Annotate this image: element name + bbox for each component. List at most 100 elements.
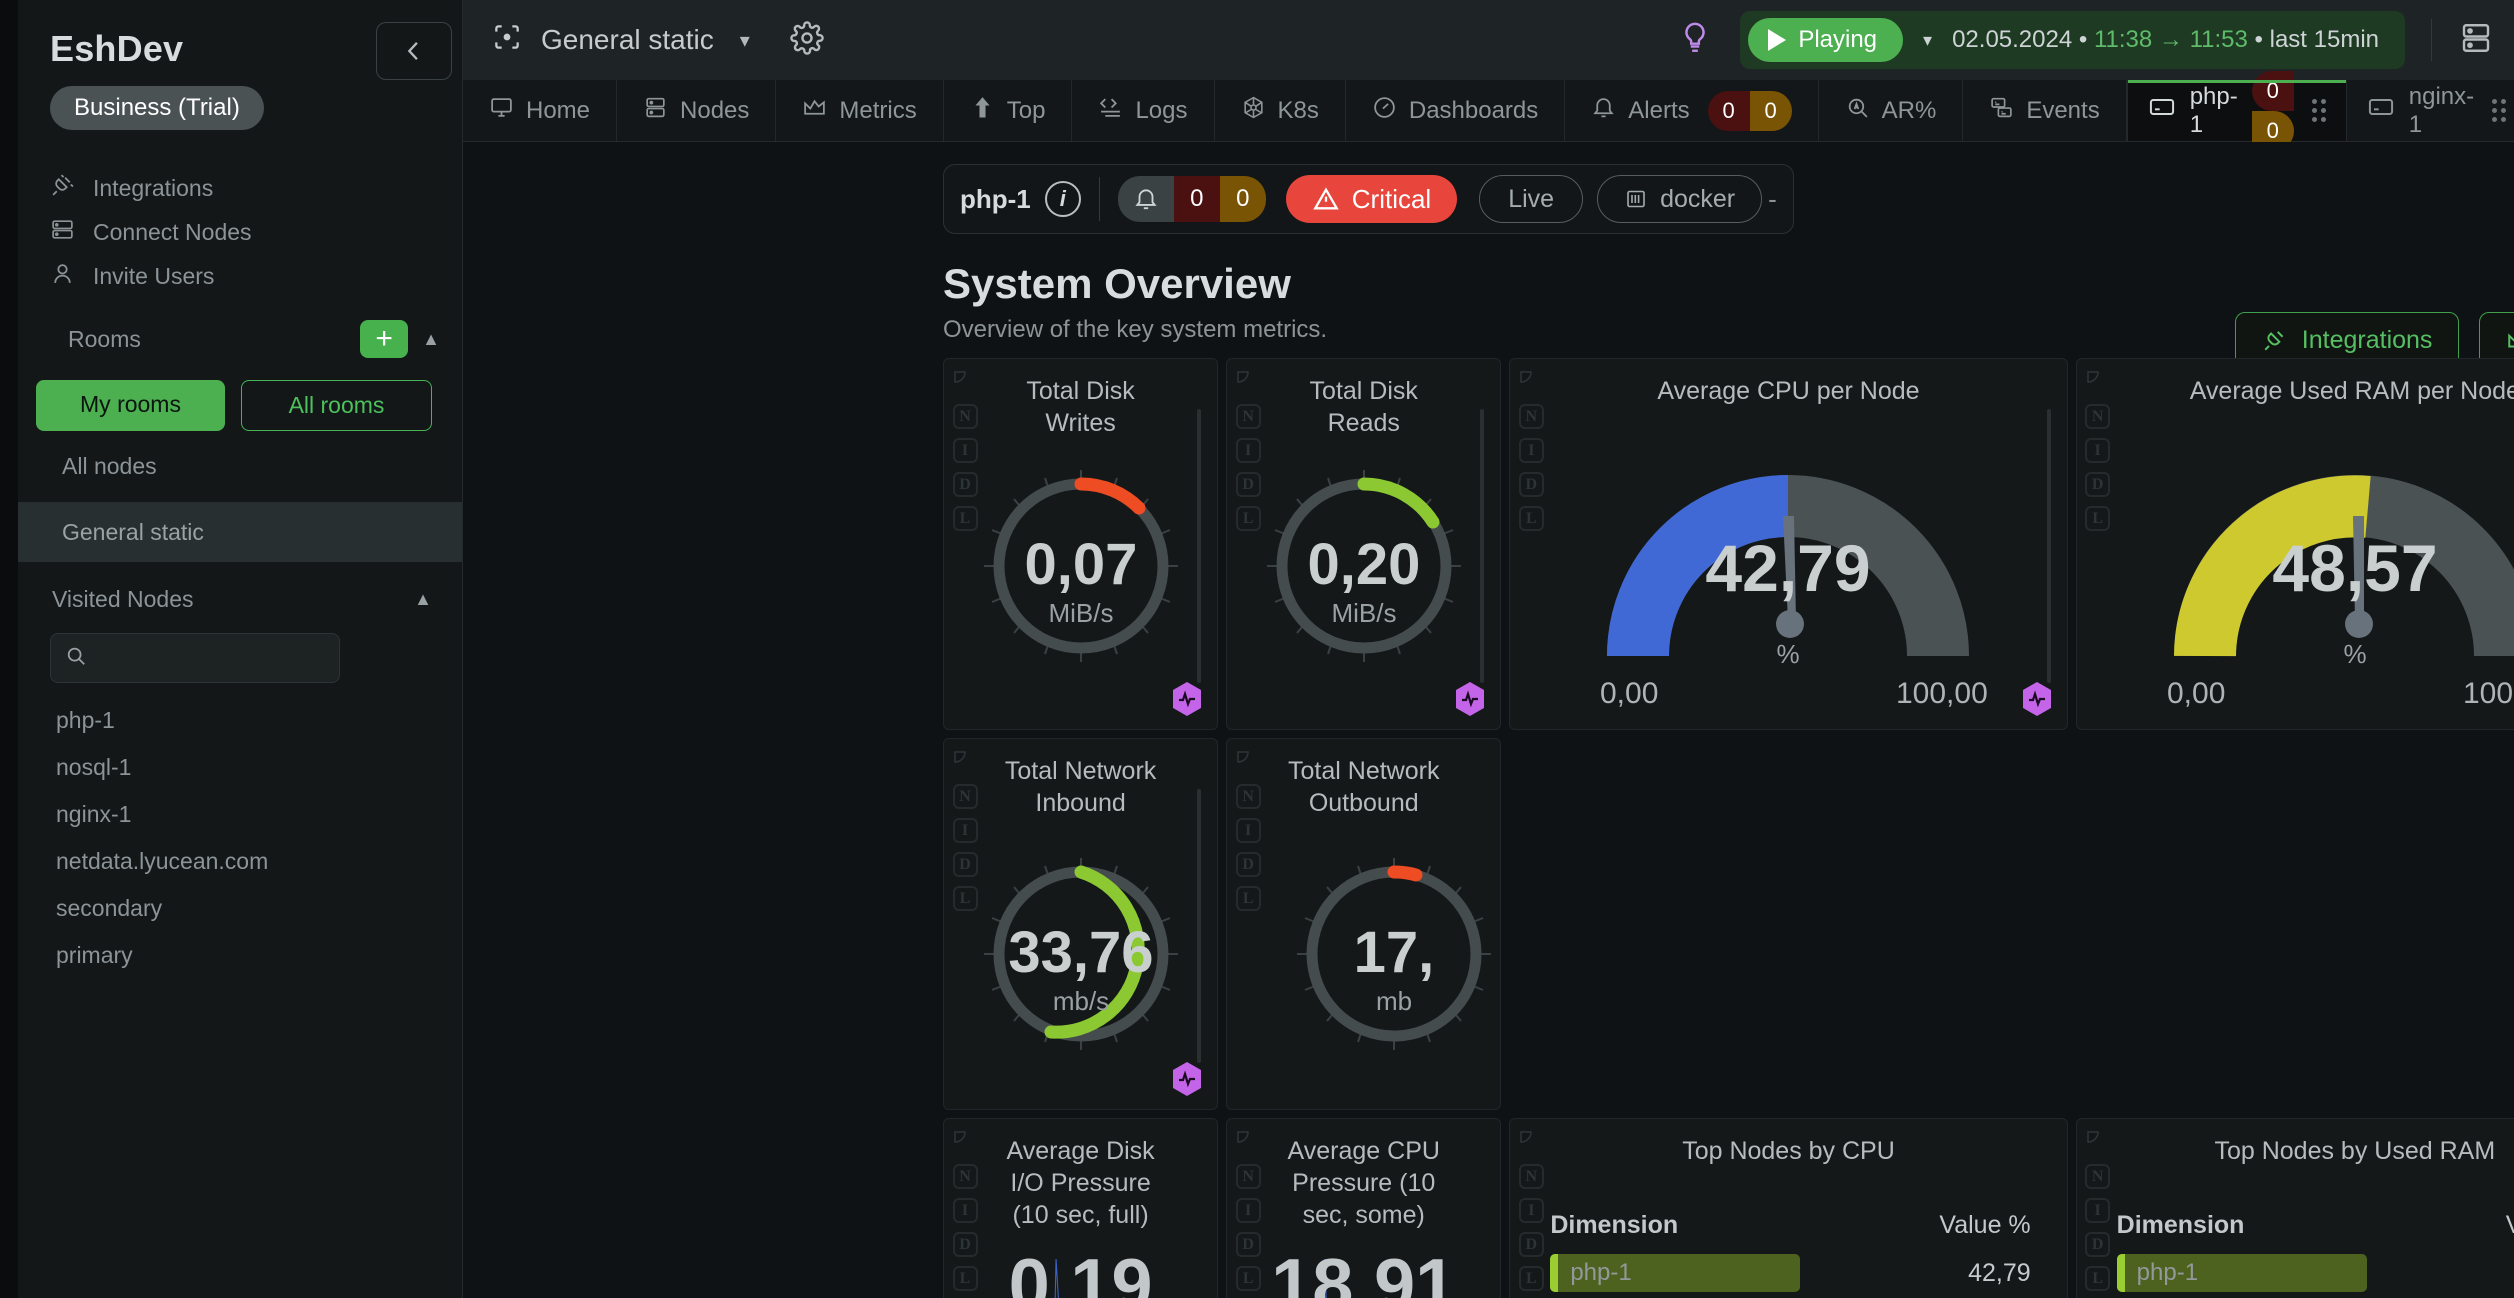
time-range-picker[interactable]: Playing ▾ 02.05.2024 • 11:38 → 11:53 • l… <box>1740 11 2405 69</box>
node-item-secondary[interactable]: secondary <box>0 885 462 932</box>
tab-my-rooms[interactable]: My rooms <box>36 380 225 431</box>
nidl-n[interactable]: N <box>1235 784 1261 809</box>
nidl-n[interactable]: N <box>952 784 978 809</box>
tab-logs[interactable]: Logs <box>1072 80 1215 141</box>
info-icon[interactable]: i <box>1044 181 1081 217</box>
chart-title: Average Used RAM per Node <box>2189 377 2514 405</box>
sidebar: EshDev Business (Trial) Integrations Con… <box>0 0 463 1298</box>
time-range-label: last 15min <box>2269 26 2379 53</box>
anomaly-badge-icon[interactable] <box>1171 1061 1203 1097</box>
tab-home[interactable]: Home <box>463 80 618 141</box>
tab-ar-percent[interactable]: AR% <box>1819 80 1964 141</box>
anomaly-badge-icon[interactable] <box>1454 681 1486 717</box>
search-input[interactable] <box>97 646 325 670</box>
tab-all-rooms[interactable]: All rooms <box>241 380 432 431</box>
visited-nodes-label-group[interactable]: Visited Nodes <box>36 586 194 626</box>
tab-label: Alerts <box>1628 96 1690 124</box>
tab-label: Home <box>526 96 591 124</box>
tab-k8s[interactable]: K8s <box>1215 80 1346 141</box>
nidl-n[interactable]: N <box>952 404 978 429</box>
table-row[interactable]: php-1 48,57 <box>2116 1254 2514 1292</box>
room-filter-tabs: My rooms All rooms <box>0 380 462 431</box>
column-header-value: Value % <box>2506 1211 2514 1240</box>
status-badge-critical[interactable]: Critical <box>1285 175 1458 223</box>
node-search[interactable] <box>50 633 340 683</box>
drag-handle-icon[interactable] <box>2311 99 2326 122</box>
anomaly-badge-icon[interactable] <box>2021 681 2053 717</box>
nidl-n[interactable]: N <box>1235 1164 1261 1189</box>
table-header-row: Dimension Value % <box>1550 1211 2030 1240</box>
chart-card-total-disk-writes[interactable]: NIDL Total Disk Writes 0,07 MiB/s <box>943 358 1219 730</box>
sidebar-item-general-static[interactable]: General static <box>0 503 462 562</box>
nidl-i[interactable]: I <box>2085 1198 2111 1223</box>
nidl-n[interactable]: N <box>1518 1164 1544 1189</box>
chart-card-top-nodes-by-used-ram[interactable]: NIDL Top Nodes by Used RAM Dimension Val… <box>2075 1118 2514 1298</box>
chevron-up-icon[interactable]: ▲ <box>422 329 440 350</box>
nidl-d[interactable]: D <box>1518 1232 1544 1257</box>
node-item-nginx-1[interactable]: nginx-1 <box>0 791 462 838</box>
drop-icon <box>1518 369 1544 395</box>
context-alerts[interactable]: 0 0 <box>1117 176 1266 222</box>
chart-card-top-nodes-by-cpu[interactable]: NIDL Top Nodes by CPU Dimension Value % … <box>1509 1118 2068 1298</box>
chevron-down-icon-time[interactable]: ▾ <box>1923 30 1932 51</box>
nidl-n[interactable]: N <box>1235 404 1261 429</box>
node-tab-nginx-1[interactable]: nginx-1 <box>2347 80 2514 141</box>
nidl-i[interactable]: I <box>1518 1198 1544 1223</box>
page-title: System Overview <box>943 260 1291 307</box>
node-tab-label: nginx-1 <box>2408 82 2475 138</box>
gauge-max-label: 100,00 <box>1896 677 1988 710</box>
bulb-icon[interactable] <box>1678 21 1712 60</box>
chart-card-total-network-inbound[interactable]: NIDL Total Network Inbound 33,76 mb/s <box>943 738 1219 1110</box>
anomaly-badge-icon[interactable] <box>1171 681 1203 717</box>
tab-metrics[interactable]: Metrics <box>776 80 944 141</box>
docker-button[interactable]: docker <box>1597 175 1763 223</box>
rooms-label: Rooms <box>68 325 141 352</box>
chart-card-average-cpu-pressure[interactable]: NIDL Average CPU Pressure (10 sec, some)… <box>1226 1118 1502 1298</box>
tab-dashboards[interactable]: Dashboards <box>1346 80 1566 141</box>
node-item-netdata-lyucean-com[interactable]: netdata.lyucean.com <box>0 838 462 885</box>
tab-alerts[interactable]: Alerts 0 0 <box>1565 80 1819 141</box>
nidl-i[interactable]: I <box>1235 1198 1261 1223</box>
node-item-primary[interactable]: primary <box>0 932 462 979</box>
nidl-i[interactable]: I <box>1235 818 1261 843</box>
gauge-semicircle: 42,79 % 0,00 100,00 <box>1510 423 2066 729</box>
alerts-critical-count: 0 <box>1707 90 1750 131</box>
sidebar-item-integrations[interactable]: Integrations <box>50 166 462 210</box>
collapse-sidebar-button[interactable] <box>376 22 452 80</box>
chart-card-average-used-ram-per-node[interactable]: NIDL Average Used RAM per Node 48,57 % 0… <box>2075 358 2514 730</box>
chevron-up-icon-visited[interactable]: ▲ <box>414 589 432 610</box>
room-name: General static <box>541 24 714 55</box>
table-row[interactable]: php-1 42,79 <box>1550 1254 2031 1292</box>
playing-button[interactable]: Playing <box>1748 18 1904 62</box>
drag-handle-icon[interactable] <box>2492 99 2507 122</box>
node-item-nosql-1[interactable]: nosql-1 <box>0 744 462 791</box>
room-selector[interactable]: General static <box>491 21 714 60</box>
chart-card-total-network-outbound[interactable]: NIDL Total Network Outbound 17, mb <box>1226 738 1502 1110</box>
add-room-button[interactable]: + <box>360 320 409 358</box>
nidl-n[interactable]: N <box>2085 1164 2111 1189</box>
sidebar-item-all-nodes[interactable]: All nodes <box>0 431 462 502</box>
sidebar-item-invite-users[interactable]: Invite Users <box>50 254 462 298</box>
logs-icon <box>1098 95 1123 127</box>
gear-icon[interactable] <box>790 20 824 60</box>
sidebar-item-connect-nodes[interactable]: Connect Nodes <box>50 210 462 254</box>
time-range-text: 02.05.2024 • 11:38 → 11:53 • last 15min <box>1952 26 2379 54</box>
chart-card-average-disk-io-pressure[interactable]: NIDL Average Disk I/O Pressure (10 sec, … <box>943 1118 1219 1298</box>
integrations-label: Integrations <box>2301 325 2433 354</box>
nidl-n[interactable]: N <box>952 1164 978 1189</box>
nidl-l[interactable]: L <box>1518 1266 1544 1291</box>
tab-events[interactable]: Events <box>1963 80 2127 141</box>
node-tab-php-1[interactable]: php-1 0 0 <box>2127 70 2347 151</box>
chart-card-total-disk-reads[interactable]: NIDL Total Disk Reads 0,20 MiB/s <box>1226 358 1502 730</box>
tab-nodes[interactable]: Nodes <box>617 80 777 141</box>
rooms-label-group[interactable]: Rooms <box>50 325 141 368</box>
chevron-down-icon[interactable]: ▾ <box>740 28 750 53</box>
live-button[interactable]: Live <box>1479 175 1584 223</box>
chart-card-average-cpu-per-node[interactable]: NIDL Average CPU per Node 42,79 % 0,00 1… <box>1509 358 2068 730</box>
nidl-d[interactable]: D <box>2085 1232 2111 1257</box>
nodes-icon[interactable] <box>2458 20 2494 61</box>
nidl-i[interactable]: I <box>952 1198 978 1223</box>
tab-top[interactable]: Top <box>944 80 1073 141</box>
node-item-php-1[interactable]: php-1 <box>0 697 462 744</box>
nidl-l[interactable]: L <box>2085 1266 2111 1291</box>
